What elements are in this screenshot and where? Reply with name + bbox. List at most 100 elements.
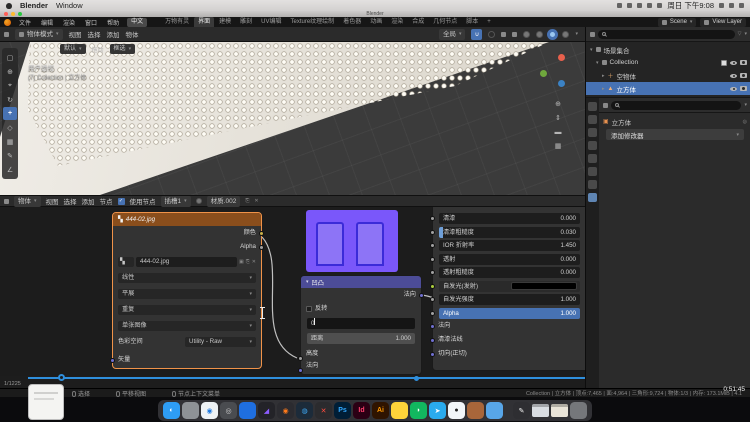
drag-mode-dropdown[interactable]: 框选▾ (110, 44, 136, 54)
material-selector[interactable]: 材质.002 (207, 196, 241, 207)
emission-strength-socket[interactable] (430, 297, 435, 302)
properties-search-input[interactable] (611, 101, 741, 110)
tool-preset-dropdown[interactable]: 默认▾ (60, 44, 86, 54)
duplicate-icon[interactable]: ⎘ (246, 257, 250, 267)
dock-window-thumbnail-1[interactable] (532, 404, 549, 417)
dock-icon-settings[interactable]: ◎ (220, 402, 237, 419)
disclosure-icon[interactable]: ▸ (602, 73, 605, 79)
dock-icon-qq[interactable]: ● (448, 402, 465, 419)
axis-y-icon[interactable] (540, 70, 547, 77)
duplicate-icon[interactable]: ⎘ (245, 198, 249, 204)
dock-icon-xmind[interactable]: ✕ (315, 402, 332, 419)
disclosure-icon[interactable]: ▾ (590, 47, 593, 53)
slot-dropdown[interactable]: 插槽1▾ (161, 196, 191, 207)
tab-animation[interactable]: 动画 (366, 17, 386, 27)
clearcoat-row[interactable]: 清漆0.000 (439, 213, 580, 224)
world-tab-icon[interactable] (588, 167, 597, 176)
principled-bsdf-node[interactable]: 清漆0.000 清漆粗糙度0.030 IOR 折射率1.450 透射0.000 … (432, 207, 585, 371)
filter-icon[interactable]: ▽ (738, 31, 742, 37)
vector-input-socket[interactable] (110, 358, 115, 363)
battery-icon[interactable] (657, 3, 662, 8)
normal-output-socket[interactable] (419, 293, 424, 298)
outliner-row-collection[interactable]: ▾ Collection (586, 56, 750, 69)
emission-row[interactable]: 自发光(发射) (439, 281, 580, 292)
view-layer-tab-icon[interactable] (588, 141, 597, 150)
unlink-icon[interactable]: ✕ (254, 198, 258, 204)
macos-app-name[interactable]: Blender (20, 1, 48, 10)
image-node-header[interactable]: ▚ 444-02.jpg (113, 213, 261, 226)
tab-modeling[interactable]: 建模 (215, 17, 235, 27)
distance-slider[interactable]: 距离 1.000 (307, 333, 415, 344)
tab-compositing[interactable]: 合成 (408, 17, 428, 27)
menu-window[interactable]: 窗口 (83, 18, 99, 27)
overlays-icon[interactable] (501, 32, 506, 37)
unlink-icon[interactable]: ✕ (252, 257, 256, 267)
outliner-display-mode-icon[interactable] (590, 32, 595, 37)
image-browse-dropdown[interactable]: ▚ (118, 257, 134, 267)
status-icon-1[interactable] (617, 3, 622, 8)
alpha-socket[interactable] (430, 311, 435, 316)
vp-menu-view[interactable]: 视图 (69, 29, 82, 39)
scale-tool-icon[interactable]: ◇ (3, 121, 17, 134)
object-tab-icon[interactable] (588, 180, 597, 189)
transform-tool-icon[interactable]: ▦ (3, 135, 17, 148)
dock-icon-pencil[interactable]: ✎ (513, 402, 530, 419)
outliner-row-scene-collection[interactable]: ▾ 场景集合 (586, 43, 750, 56)
dock-icon-wechat[interactable]: ◗ (410, 402, 427, 419)
menu-file[interactable]: 文件 (17, 18, 33, 27)
invert-checkbox[interactable] (306, 306, 312, 312)
sh-menu-add[interactable]: 添加 (82, 196, 95, 206)
modifiers-tab-icon[interactable] (588, 193, 597, 202)
add-modifier-button[interactable]: 添加修改器 ▾ (606, 129, 744, 140)
camera-icon[interactable] (740, 73, 747, 78)
vp-menu-add[interactable]: 添加 (107, 29, 120, 39)
output-tab-icon[interactable] (588, 128, 597, 137)
outliner-search-input[interactable] (598, 30, 735, 39)
eye-icon[interactable] (730, 87, 737, 91)
dock-icon-telegram[interactable]: ➤ (429, 402, 446, 419)
annotate-tool-icon[interactable]: ✎ (3, 149, 17, 162)
tab-wanwu[interactable]: 万物有灵 (161, 17, 193, 27)
emission-socket[interactable] (430, 284, 435, 289)
tab-scripting[interactable]: 脚本 (462, 17, 482, 27)
blender-logo-icon[interactable] (4, 19, 11, 26)
macos-menu-window[interactable]: Window (56, 1, 83, 10)
normal-input-socket[interactable] (430, 324, 435, 329)
dock-window-thumbnail-2[interactable] (551, 404, 568, 417)
rotate-tool-icon[interactable]: ↻ (3, 93, 17, 106)
select-circle-tool-icon[interactable]: ⊕ (3, 65, 17, 78)
dock-icon-folder[interactable] (486, 402, 503, 419)
dock-icon-illustrator[interactable]: Ai (372, 402, 389, 419)
bump-node-header[interactable]: ▾ 凹凸 (301, 276, 421, 288)
tab-shading[interactable]: 着色器 (339, 17, 365, 27)
color-output-socket[interactable] (259, 231, 264, 236)
vp-menu-select[interactable]: 选择 (88, 29, 101, 39)
dock-icon-finder[interactable]: ◐ (163, 402, 180, 419)
clearcoat-normal-socket[interactable] (430, 338, 435, 343)
transmission-row[interactable]: 透射0.000 (439, 254, 580, 265)
control-center-icon[interactable] (739, 3, 744, 8)
tab-rendering[interactable]: 渲染 (387, 17, 407, 27)
dock-icon-affinity[interactable]: ◢ (258, 402, 275, 419)
transform-orientation-dropdown[interactable]: 全局 ▾ (439, 29, 466, 40)
add-workspace-button[interactable]: + (483, 17, 495, 27)
dock-icon-blender[interactable]: ◉ (277, 402, 294, 419)
eye-icon[interactable] (730, 61, 737, 65)
ior-socket[interactable] (430, 243, 435, 248)
timeline-handle[interactable] (58, 374, 65, 381)
spotlight-icon[interactable] (729, 3, 734, 8)
outliner-row-cube[interactable]: ▸ ▲ 立方体 (586, 82, 750, 95)
extension-dropdown[interactable]: 重复▾ (118, 305, 256, 315)
source-dropdown[interactable]: 单张图像▾ (118, 321, 256, 331)
editor-type-icon[interactable] (4, 32, 9, 37)
tool-tab-icon[interactable] (588, 102, 597, 111)
dock-icon-launchpad[interactable] (182, 402, 199, 419)
alpha-output-socket[interactable] (259, 245, 264, 250)
clearcoat-roughness-row[interactable]: 清漆粗糙度0.030 (439, 227, 580, 238)
wifi-icon[interactable] (647, 3, 652, 8)
image-name-field[interactable]: 444-02.jpg (136, 257, 237, 267)
status-icon-3[interactable] (637, 3, 642, 8)
shading-rendered-icon[interactable] (562, 31, 569, 38)
cursor-tool-icon[interactable]: ⌖ (3, 79, 17, 92)
collapse-icon[interactable]: ▾ (306, 279, 309, 285)
